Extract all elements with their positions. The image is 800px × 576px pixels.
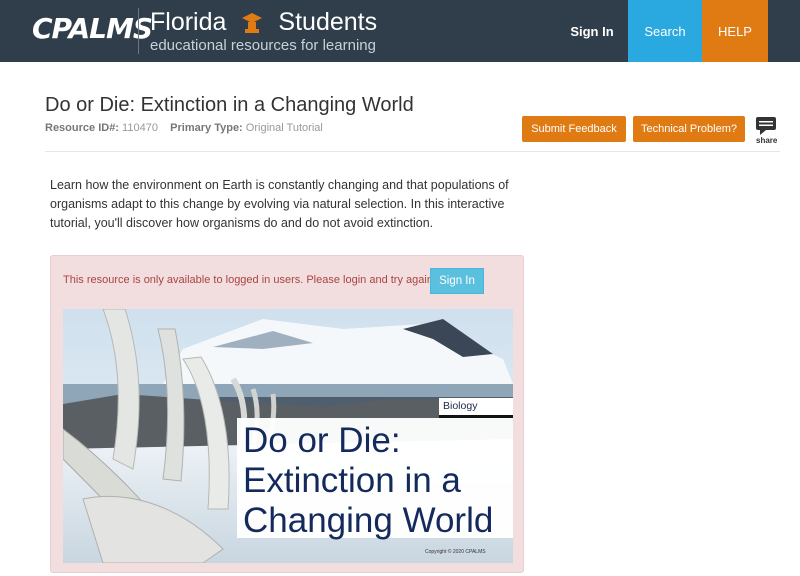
tutorial-cover-image: Biology Do or Die: Extinction in a Chang… bbox=[63, 309, 513, 563]
technical-problem-button[interactable]: Technical Problem? bbox=[633, 116, 745, 142]
primary-type-value: Original Tutorial bbox=[245, 122, 323, 134]
brand-title-florida: Florida bbox=[150, 8, 227, 36]
brand-title-students: Students bbox=[278, 8, 378, 36]
brand-title[interactable]: Florida Students bbox=[150, 8, 377, 37]
cover-copyright: Copyright © 2020 CPALMS bbox=[425, 549, 486, 555]
page-title: Do or Die: Extinction in a Changing Worl… bbox=[45, 94, 414, 116]
resource-id-value: 110470 bbox=[122, 122, 158, 134]
title-divider bbox=[45, 151, 780, 152]
resource-id-label: Resource ID#: bbox=[45, 122, 119, 134]
login-required-alert: This resource is only available to logge… bbox=[50, 255, 524, 573]
cpalms-logo[interactable]: CPALMS bbox=[32, 12, 153, 45]
resource-description: Learn how the environment on Earth is co… bbox=[50, 178, 509, 230]
subject-tag: Biology bbox=[439, 398, 513, 415]
cover-title: Do or Die: Extinction in a Changing Worl… bbox=[243, 421, 494, 540]
brand-divider bbox=[138, 8, 139, 54]
nav-sign-in-link[interactable]: Sign In bbox=[556, 0, 628, 62]
student-icon bbox=[240, 11, 264, 35]
nav-help-button[interactable]: HELP bbox=[702, 0, 768, 62]
share-label[interactable]: share bbox=[756, 136, 777, 145]
alert-sign-in-button[interactable]: Sign In bbox=[430, 268, 484, 294]
submit-feedback-button[interactable]: Submit Feedback bbox=[522, 116, 626, 142]
nav-search-button[interactable]: Search bbox=[628, 0, 702, 62]
brand-subtitle: educational resources for learning bbox=[150, 37, 376, 54]
top-navbar: CPALMS Florida Students educational reso… bbox=[0, 0, 800, 62]
primary-type-label: Primary Type: bbox=[170, 122, 243, 134]
resource-meta: Resource ID#: 110470 Primary Type: Origi… bbox=[45, 122, 323, 134]
alert-message: This resource is only available to logge… bbox=[63, 274, 436, 286]
